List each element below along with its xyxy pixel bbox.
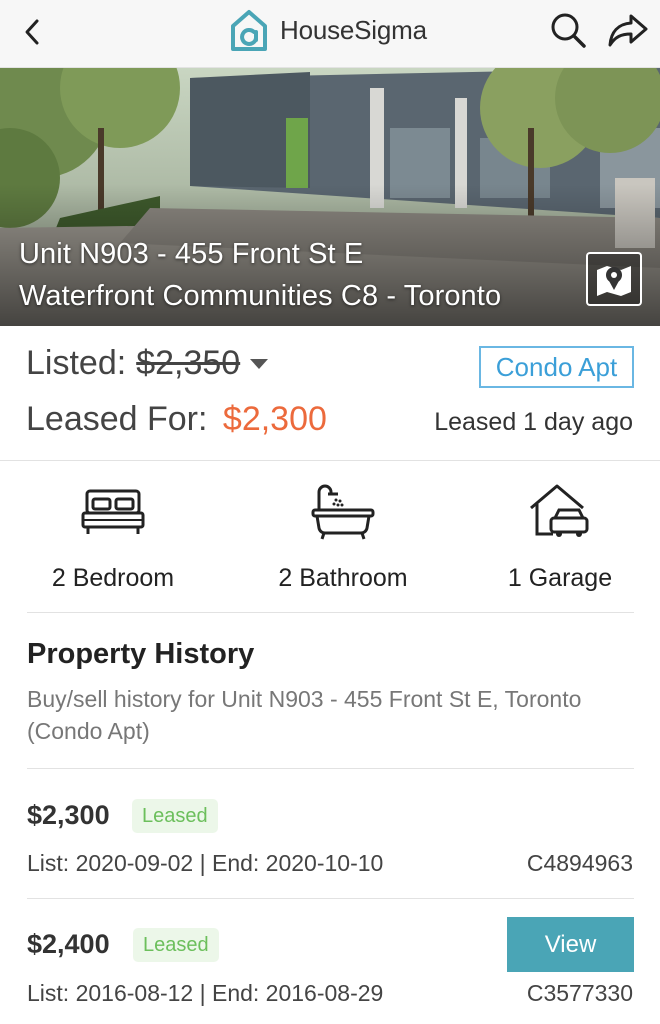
section-subtitle: Buy/sell history for Unit N903 - 455 Fro… (27, 686, 582, 744)
leased-label: Leased For: (26, 400, 208, 438)
bedroom-count: 2 Bedroom (51, 564, 175, 592)
top-bar: HouseSigma (0, 0, 660, 68)
view-button[interactable]: View (507, 917, 634, 972)
property-photo[interactable]: Unit N903 - 455 Front St E Waterfront Co… (0, 68, 660, 326)
history-dates: List: 2020-09-02 | End: 2020-10-10 (27, 850, 384, 876)
map-pin-icon (597, 266, 631, 296)
brand-logo[interactable]: HouseSigma (228, 6, 427, 54)
bathtub-icon (311, 484, 375, 540)
search-button[interactable] (548, 10, 588, 50)
leased-price: $2,300 (222, 400, 327, 438)
property-type-badge: Condo Apt (479, 346, 634, 388)
listed-price: $2,350 (136, 344, 241, 382)
divider (0, 460, 660, 461)
house-logo-icon (231, 10, 267, 51)
divider (27, 612, 634, 613)
back-arrow-icon (25, 19, 39, 45)
mls-number: C3577330 (526, 980, 633, 1006)
divider (27, 768, 634, 769)
back-button[interactable] (16, 14, 48, 50)
mls-number: C4894963 (526, 850, 633, 876)
listed-label: Listed: (26, 344, 127, 382)
share-button[interactable] (606, 10, 650, 50)
map-button[interactable] (586, 252, 642, 306)
history-price: $2,300 (27, 800, 110, 830)
address-line-1: Unit N903 - 455 Front St E (19, 238, 364, 270)
brand-name: HouseSigma (280, 14, 427, 45)
feature-bathrooms: 2 Bathroom (238, 480, 448, 593)
history-price: $2,400 (27, 929, 110, 959)
history-dates: List: 2016-08-12 | End: 2016-08-29 (27, 980, 384, 1006)
divider (27, 898, 634, 899)
leased-time-ago: Leased 1 day ago (434, 408, 633, 436)
search-icon (551, 13, 586, 48)
garage-count: 1 Garage (507, 564, 613, 592)
leased-price-row: Leased For: $2,300 (26, 400, 327, 439)
status-badge: Leased (133, 928, 219, 962)
listed-price-row[interactable]: Listed: $2,350 (26, 344, 269, 383)
status-badge: Leased (132, 799, 218, 833)
bed-icon (81, 489, 145, 534)
bathroom-count: 2 Bathroom (278, 564, 408, 592)
garage-icon (530, 484, 589, 537)
feature-bedrooms: 2 Bedroom (8, 480, 218, 593)
caret-down-icon[interactable] (250, 358, 269, 369)
feature-garage: 1 Garage (455, 480, 660, 593)
share-icon (608, 14, 648, 47)
address-line-2: Waterfront Communities C8 - Toronto (19, 280, 502, 312)
section-title: Property History (27, 638, 255, 670)
